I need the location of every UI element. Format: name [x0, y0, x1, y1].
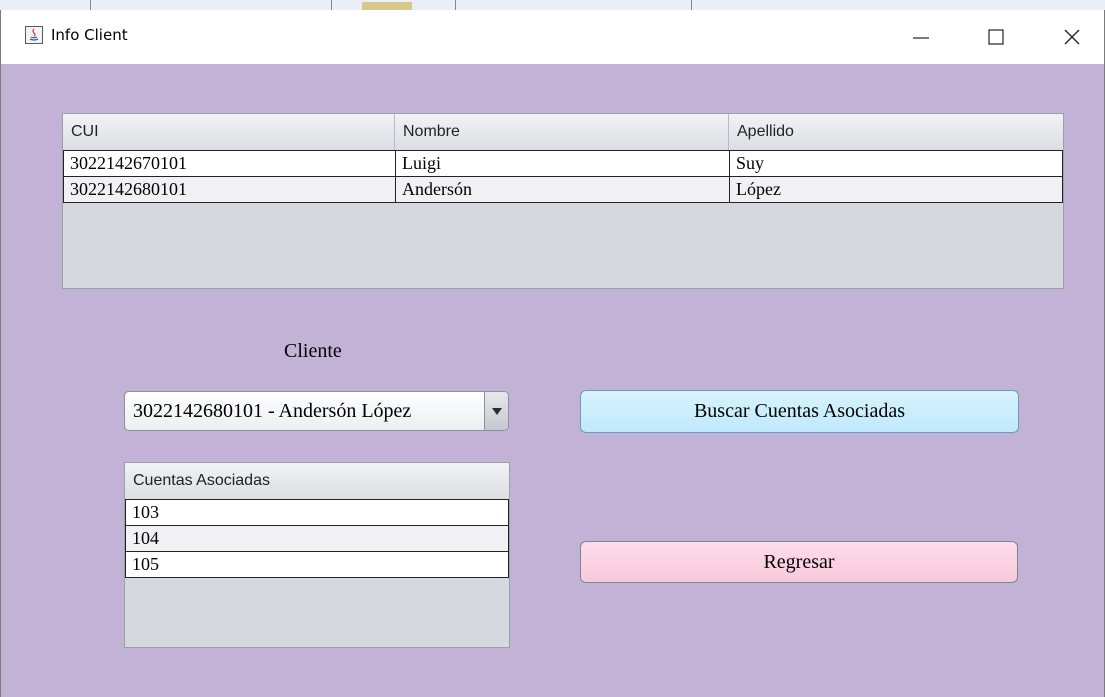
cell-cui: 3022142670101	[64, 151, 396, 176]
title-bar[interactable]: Info Client	[1, 10, 1104, 64]
table-header: CUI Nombre Apellido	[63, 114, 1063, 151]
table-row[interactable]: 3022142670101 Luigi Suy	[63, 150, 1063, 177]
cell-cuenta: 105	[132, 554, 159, 574]
table-row[interactable]: 103	[125, 499, 509, 526]
client-select[interactable]: 3022142680101 - Andersón López	[124, 391, 509, 431]
column-header-nombre[interactable]: Nombre	[395, 114, 729, 150]
maximize-icon	[988, 29, 1004, 45]
table-header: Cuentas Asociadas	[125, 463, 509, 500]
maximize-button[interactable]	[967, 10, 1025, 64]
cell-cui: 3022142680101	[64, 177, 396, 202]
chevron-down-icon	[492, 408, 502, 415]
column-header-apellido[interactable]: Apellido	[729, 114, 1063, 150]
close-button[interactable]	[1043, 10, 1101, 64]
window-title: Info Client	[51, 26, 128, 44]
cell-cuenta: 104	[132, 528, 159, 548]
client-label: Cliente	[284, 340, 342, 362]
back-button[interactable]: Regresar	[580, 541, 1018, 583]
close-icon	[1064, 29, 1080, 45]
cell-nombre: Luigi	[396, 151, 730, 176]
minimize-button[interactable]	[892, 10, 950, 64]
background-window-edge	[455, 0, 692, 10]
background-window-edge	[90, 0, 332, 10]
java-app-icon	[25, 26, 43, 44]
search-accounts-button[interactable]: Buscar Cuentas Asociadas	[580, 390, 1019, 433]
dropdown-arrow-button[interactable]	[484, 392, 508, 430]
accounts-table[interactable]: Cuentas Asociadas 103 104 105	[124, 462, 510, 648]
clients-table[interactable]: CUI Nombre Apellido 3022142670101 Luigi …	[62, 113, 1064, 289]
cell-nombre: Andersón	[396, 177, 730, 202]
client-select-value: 3022142680101 - Andersón López	[133, 400, 412, 422]
column-header-cuentas[interactable]: Cuentas Asociadas	[125, 463, 509, 499]
cell-cuenta: 103	[132, 502, 159, 522]
minimize-icon	[913, 37, 929, 39]
table-row[interactable]: 104	[125, 525, 509, 552]
cell-apellido: Suy	[736, 153, 765, 173]
table-row[interactable]: 105	[125, 551, 509, 578]
cell-apellido: López	[736, 179, 781, 199]
background-window-edge	[362, 2, 412, 10]
table-row[interactable]: 3022142680101 Andersón López	[63, 176, 1063, 203]
column-header-cui[interactable]: CUI	[63, 114, 395, 150]
desktop-background-strip	[0, 0, 1105, 10]
